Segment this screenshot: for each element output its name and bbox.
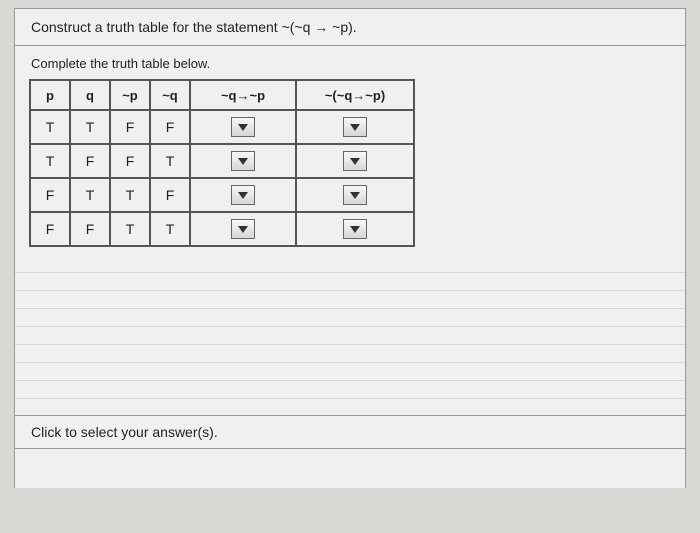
chevron-down-icon [238, 124, 248, 131]
chevron-down-icon [350, 158, 360, 165]
truth-table-wrap: p q ~p ~q ~q→~p ~(~q→~p) T T F F [15, 79, 685, 247]
chevron-down-icon [238, 192, 248, 199]
table-row: T T F F [30, 110, 414, 144]
cell-not-q: F [150, 110, 190, 144]
table-row: F F T T [30, 212, 414, 246]
instruction-text: Complete the truth table below. [15, 46, 685, 79]
table-row: F T T F [30, 178, 414, 212]
page: Construct a truth table for the statemen… [14, 8, 686, 488]
cell-not-q: F [150, 178, 190, 212]
cell-implication-select [190, 178, 296, 212]
chevron-down-icon [350, 124, 360, 131]
cell-negated-select [296, 144, 414, 178]
dropdown-implication-row1[interactable] [231, 117, 255, 137]
dropdown-implication-row3[interactable] [231, 185, 255, 205]
cell-not-p: T [110, 212, 150, 246]
cell-negated-select [296, 178, 414, 212]
dropdown-implication-row2[interactable] [231, 151, 255, 171]
chevron-down-icon [350, 192, 360, 199]
truth-table: p q ~p ~q ~q→~p ~(~q→~p) T T F F [29, 79, 415, 247]
cell-p: F [30, 178, 70, 212]
dropdown-negated-row2[interactable] [343, 151, 367, 171]
table-row: T F F T [30, 144, 414, 178]
chevron-down-icon [350, 226, 360, 233]
cell-q: F [70, 212, 110, 246]
cell-not-q: T [150, 212, 190, 246]
chevron-down-icon [238, 158, 248, 165]
header-not-p: ~p [110, 80, 150, 110]
ruled-notebook-area [15, 255, 685, 415]
footer-instruction: Click to select your answer(s). [15, 415, 685, 449]
dropdown-implication-row4[interactable] [231, 219, 255, 239]
header-p: p [30, 80, 70, 110]
cell-implication-select [190, 212, 296, 246]
header-q: q [70, 80, 110, 110]
header-negated-implication: ~(~q→~p) [296, 80, 414, 110]
cell-q: F [70, 144, 110, 178]
cell-implication-select [190, 110, 296, 144]
cell-not-q: T [150, 144, 190, 178]
chevron-down-icon [238, 226, 248, 233]
cell-not-p: F [110, 144, 150, 178]
cell-p: T [30, 144, 70, 178]
cell-p: T [30, 110, 70, 144]
cell-not-p: T [110, 178, 150, 212]
cell-implication-select [190, 144, 296, 178]
prompt-text: Construct a truth table for the statemen… [15, 8, 685, 46]
dropdown-negated-row4[interactable] [343, 219, 367, 239]
cell-q: T [70, 178, 110, 212]
cell-negated-select [296, 212, 414, 246]
header-not-q: ~q [150, 80, 190, 110]
cell-negated-select [296, 110, 414, 144]
cell-p: F [30, 212, 70, 246]
dropdown-negated-row3[interactable] [343, 185, 367, 205]
cell-not-p: F [110, 110, 150, 144]
cell-q: T [70, 110, 110, 144]
header-implication: ~q→~p [190, 80, 296, 110]
dropdown-negated-row1[interactable] [343, 117, 367, 137]
